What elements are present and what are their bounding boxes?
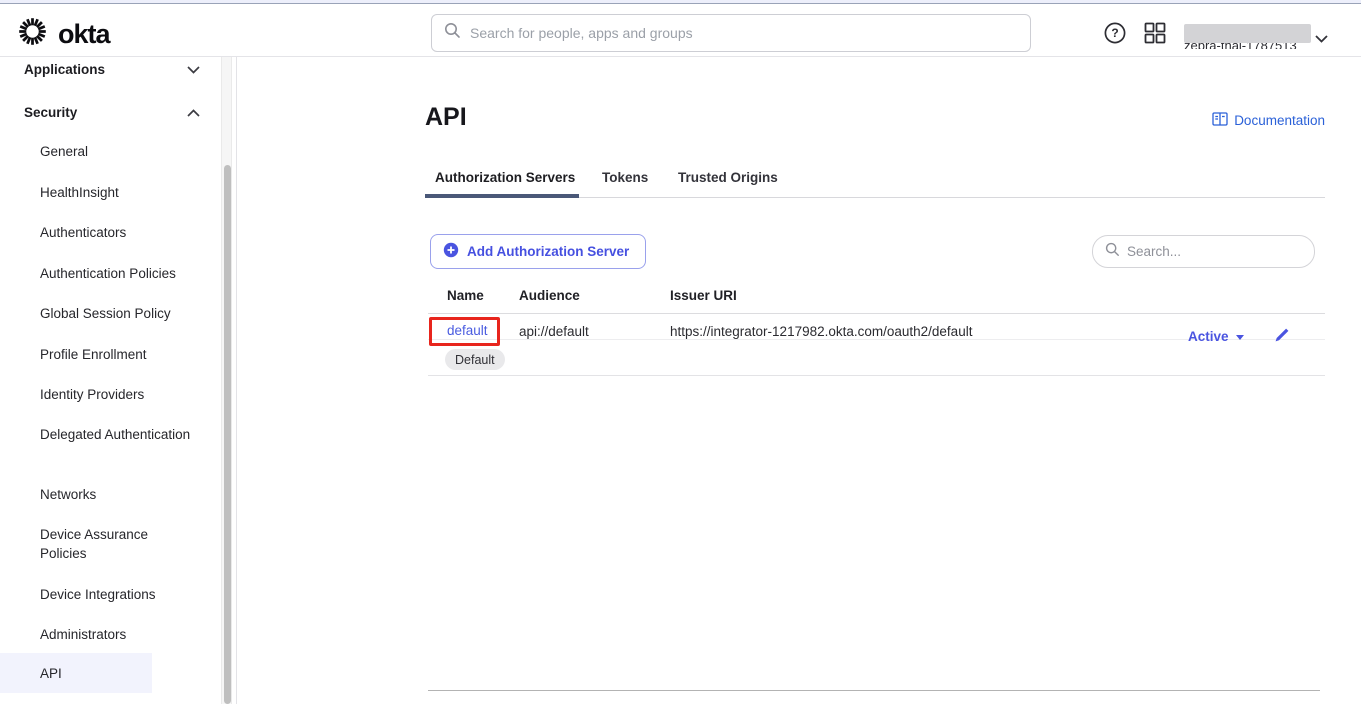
tab-tokens[interactable]: Tokens bbox=[602, 170, 648, 185]
sidebar-item-networks[interactable]: Networks bbox=[40, 485, 96, 504]
topbar: okta ? zebra-thal-1787513 bbox=[0, 5, 1361, 57]
svg-text:?: ? bbox=[1111, 26, 1118, 40]
sidebar-section-label: Applications bbox=[24, 62, 105, 77]
tab-authorization-servers[interactable]: Authorization Servers bbox=[435, 170, 575, 185]
documentation-link[interactable]: Documentation bbox=[1212, 112, 1325, 129]
okta-logo[interactable]: okta bbox=[16, 15, 110, 53]
sidebar-item-global-session-policy[interactable]: Global Session Policy bbox=[40, 304, 171, 323]
sidebar-item-delegated-authentication[interactable]: Delegated Authentication bbox=[40, 425, 190, 444]
add-button-label: Add Authorization Server bbox=[467, 244, 629, 259]
column-header-issuer-uri: Issuer URI bbox=[670, 288, 737, 303]
chevron-up-icon bbox=[187, 105, 200, 120]
sidebar-item-device-integrations[interactable]: Device Integrations bbox=[40, 585, 156, 604]
search-icon bbox=[444, 22, 461, 44]
status-label: Active bbox=[1188, 329, 1229, 344]
chevron-down-icon[interactable] bbox=[1315, 30, 1328, 48]
sidebar-section-applications[interactable]: Applications bbox=[24, 58, 200, 80]
global-search-input[interactable] bbox=[470, 25, 1018, 41]
pencil-icon[interactable] bbox=[1273, 327, 1290, 344]
table-row-divider bbox=[428, 375, 1325, 376]
main-area: API Documentation Authorization Servers … bbox=[238, 57, 1361, 704]
top-accent-strip bbox=[0, 0, 1361, 4]
auth-server-issuer-uri: https://integrator-1217982.okta.com/oaut… bbox=[670, 324, 972, 339]
sidebar-item-authentication-policies[interactable]: Authentication Policies bbox=[40, 264, 176, 283]
sidebar-item-healthinsight[interactable]: HealthInsight bbox=[40, 183, 119, 202]
sidebar: Applications Security General HealthInsi… bbox=[0, 57, 237, 704]
sidebar-section-label: Security bbox=[24, 105, 77, 120]
sidebar-section-security[interactable]: Security bbox=[24, 101, 200, 123]
okta-sunburst-icon bbox=[16, 15, 49, 53]
search-icon bbox=[1105, 242, 1120, 262]
table-search[interactable] bbox=[1092, 235, 1315, 268]
user-name-redacted bbox=[1184, 24, 1311, 43]
default-badge: Default bbox=[445, 349, 505, 370]
column-header-audience: Audience bbox=[519, 288, 580, 303]
sidebar-item-authenticators[interactable]: Authenticators bbox=[40, 223, 126, 242]
caret-down-icon bbox=[1236, 335, 1244, 340]
content-bottom-divider bbox=[428, 690, 1320, 691]
status-dropdown[interactable]: Active bbox=[1188, 329, 1244, 344]
apps-grid-icon[interactable] bbox=[1143, 21, 1167, 45]
sidebar-item-identity-providers[interactable]: Identity Providers bbox=[40, 385, 144, 404]
tab-trusted-origins[interactable]: Trusted Origins bbox=[678, 170, 778, 185]
page-title: API bbox=[425, 103, 467, 132]
help-icon[interactable]: ? bbox=[1103, 21, 1127, 45]
sidebar-item-device-assurance-policies[interactable]: Device Assurance Policies bbox=[40, 525, 192, 563]
table-search-input[interactable] bbox=[1127, 244, 1304, 259]
user-menu[interactable]: zebra-thal-1787513 bbox=[1184, 22, 1311, 50]
sidebar-item-profile-enrollment[interactable]: Profile Enrollment bbox=[40, 345, 147, 364]
column-header-name: Name bbox=[447, 288, 484, 303]
sidebar-item-general[interactable]: General bbox=[40, 142, 88, 161]
documentation-label: Documentation bbox=[1234, 113, 1325, 128]
add-authorization-server-button[interactable]: Add Authorization Server bbox=[430, 234, 646, 269]
auth-server-audience: api://default bbox=[519, 324, 589, 339]
sidebar-item-api[interactable]: API bbox=[0, 653, 152, 693]
book-icon bbox=[1212, 112, 1228, 129]
auth-server-name-link[interactable]: default bbox=[447, 323, 488, 338]
sidebar-item-administrators[interactable]: Administrators bbox=[40, 625, 126, 644]
sidebar-scrollbar-thumb[interactable] bbox=[224, 165, 231, 704]
okta-logo-text: okta bbox=[58, 19, 110, 50]
sidebar-scrollbar-track[interactable] bbox=[221, 57, 232, 704]
plus-circle-icon bbox=[443, 242, 459, 261]
global-search[interactable] bbox=[431, 14, 1031, 52]
table-header-divider bbox=[428, 313, 1325, 314]
active-tab-underline bbox=[425, 194, 579, 198]
chevron-down-icon bbox=[187, 62, 200, 77]
